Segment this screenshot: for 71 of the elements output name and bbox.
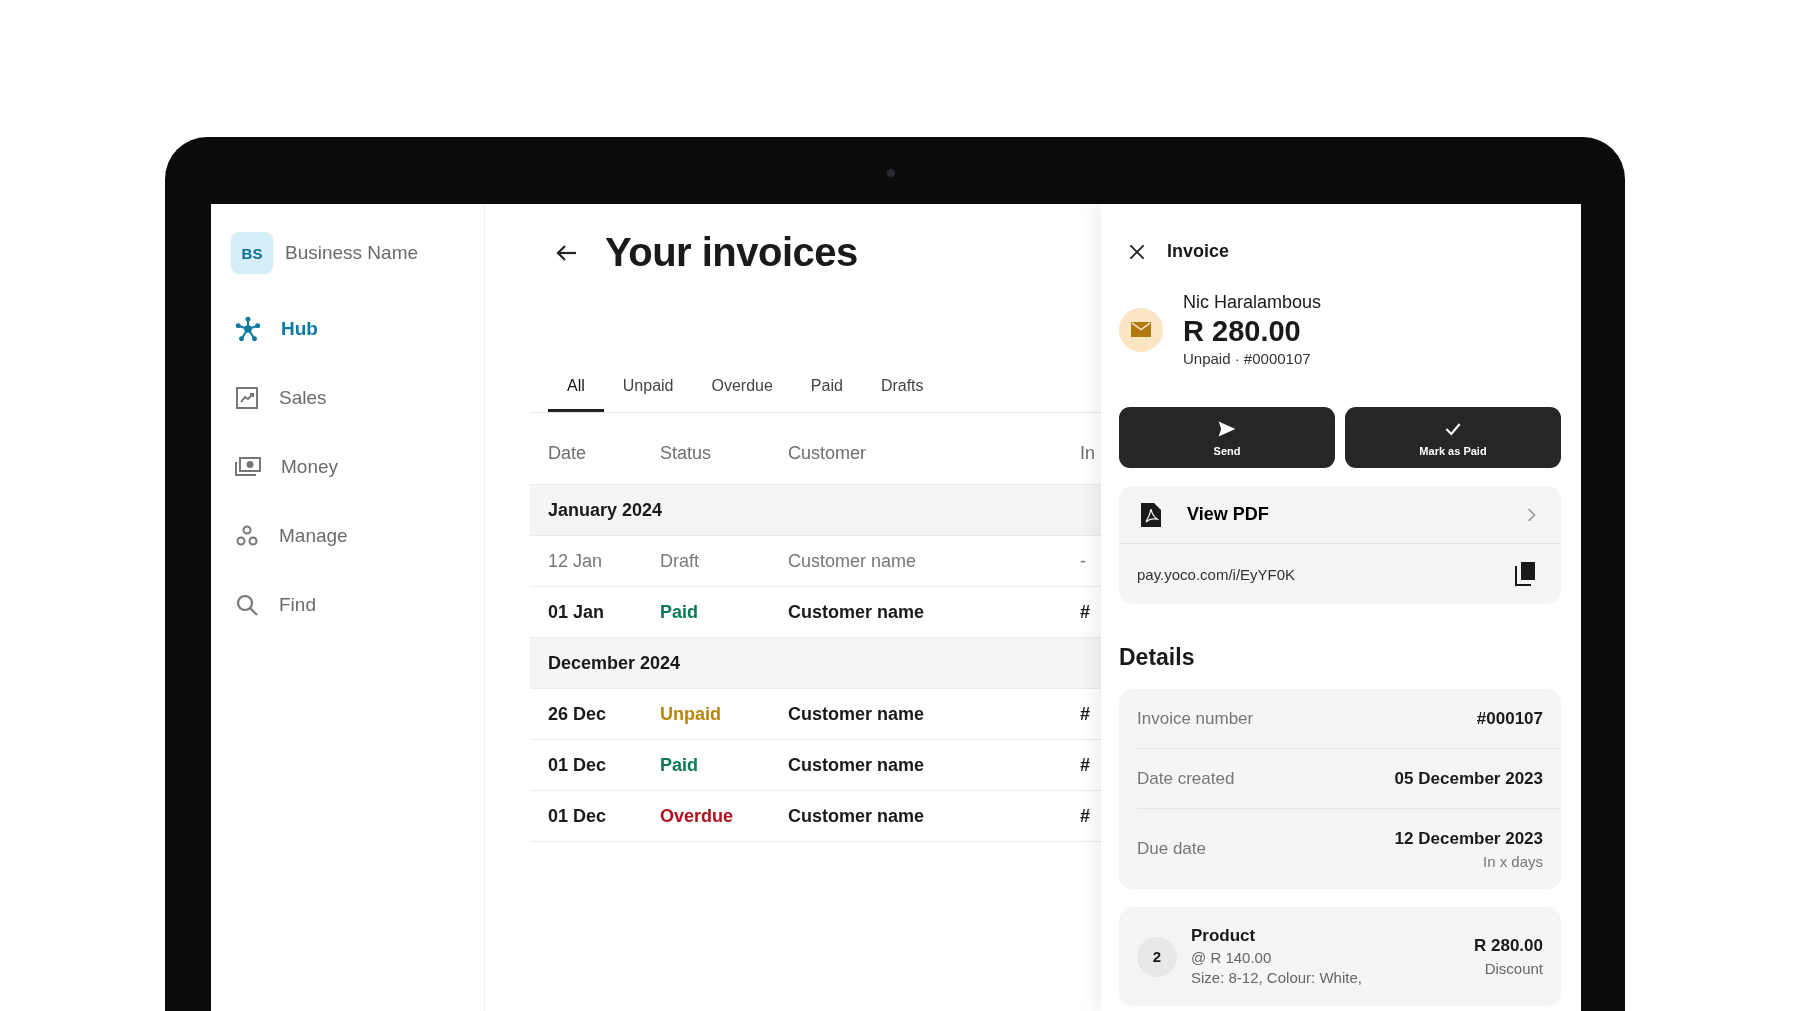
- product-options: Size: 8-12, Colour: White,: [1191, 968, 1460, 989]
- table-cell-text: Customer name: [788, 601, 926, 623]
- detail-note: In x days: [1481, 852, 1543, 870]
- discount-label: Discount: [1483, 960, 1543, 978]
- customer-name: Nic Haralambous: [1183, 292, 1322, 313]
- detail-label: Invoice number: [1137, 708, 1254, 729]
- action-button[interactable]: Mark as Paid: [1345, 407, 1561, 468]
- chart-icon: [235, 385, 259, 410]
- table-cell-text: #: [1080, 805, 1091, 827]
- month-label: December 2024: [548, 652, 681, 674]
- column-header: Status: [660, 443, 713, 464]
- copy-icon[interactable]: [1515, 562, 1535, 586]
- table-cell-text: 01 Dec: [548, 754, 608, 776]
- detail-value: 05 December 2023: [1394, 768, 1543, 789]
- table-cell-text: -: [1080, 550, 1087, 572]
- payment-link[interactable]: pay.yoco.com/i/EyYF0K: [1137, 565, 1296, 583]
- detail-label: Due date: [1137, 839, 1206, 859]
- page-title: Your invoices: [605, 230, 858, 275]
- pdf-file-icon: [1141, 502, 1161, 527]
- business-avatar: BS: [231, 232, 273, 274]
- hub-icon: [235, 315, 261, 342]
- status-cell-text: Paid: [660, 601, 699, 623]
- envelope-icon: [1119, 307, 1163, 352]
- quantity-badge: 2: [1137, 936, 1177, 977]
- table-cell-text: #: [1080, 703, 1091, 725]
- cash-icon: [235, 455, 261, 478]
- table-cell-text: Customer name: [788, 754, 926, 776]
- month-label: January 2024: [548, 499, 663, 521]
- filter-tab[interactable]: All: [548, 367, 604, 412]
- detail-value: #000107: [1476, 708, 1543, 729]
- search-icon: [235, 592, 259, 617]
- sidebar-item[interactable]: Sales: [231, 363, 464, 432]
- status-cell-text: Draft: [660, 550, 700, 572]
- view-pdf-button[interactable]: View PDF: [1119, 486, 1561, 544]
- table-cell-text: #: [1080, 754, 1091, 776]
- table-cell-text: Customer name: [788, 805, 926, 827]
- column-header: Customer: [788, 443, 868, 464]
- detail-label: Date created: [1137, 768, 1235, 789]
- drawer-title: Invoice: [1167, 241, 1230, 262]
- sidebar-item[interactable]: Manage: [231, 501, 464, 570]
- status-cell-text: Unpaid: [660, 703, 722, 725]
- filter-tab[interactable]: Overdue: [692, 367, 792, 412]
- action-button[interactable]: Send: [1119, 407, 1335, 468]
- filter-tab[interactable]: Unpaid: [603, 367, 693, 412]
- filter-tab[interactable]: Drafts: [861, 367, 943, 412]
- chevron-right-icon: [1527, 506, 1537, 523]
- product-total: R 280.00: [1474, 936, 1543, 957]
- table-cell-text: 26 Dec: [548, 703, 608, 725]
- business-name: Business Name: [285, 242, 419, 264]
- table-cell-text: Customer name: [788, 550, 918, 572]
- table-cell-text: 01 Jan: [548, 601, 606, 623]
- table-cell-text: 01 Dec: [548, 805, 608, 827]
- status-cell-text: Overdue: [660, 805, 735, 827]
- sidebar-item[interactable]: Find: [231, 570, 464, 639]
- product-name: Product: [1191, 925, 1257, 947]
- table-cell-text: #: [1080, 601, 1091, 623]
- column-header: In: [1080, 443, 1096, 464]
- sidebar-item[interactable]: Money: [231, 432, 464, 501]
- section-heading: Details: [1119, 644, 1196, 671]
- sidebar-item[interactable]: Hub: [231, 294, 464, 363]
- table-cell-text: 12 Jan: [548, 550, 604, 572]
- detail-value: 12 December 2023: [1394, 828, 1543, 849]
- column-header: Date: [548, 443, 588, 464]
- invoice-amount: R 280.00: [1183, 315, 1302, 348]
- table-cell-text: Customer name: [788, 703, 926, 725]
- filter-tab[interactable]: Paid: [791, 367, 862, 412]
- invoice-status: Unpaid · #0000107: [1183, 350, 1312, 367]
- circles-icon: [235, 523, 259, 548]
- status-cell-text: Paid: [660, 754, 699, 776]
- unit-price: @ R 140.00: [1191, 947, 1273, 968]
- camera-icon: [887, 169, 895, 177]
